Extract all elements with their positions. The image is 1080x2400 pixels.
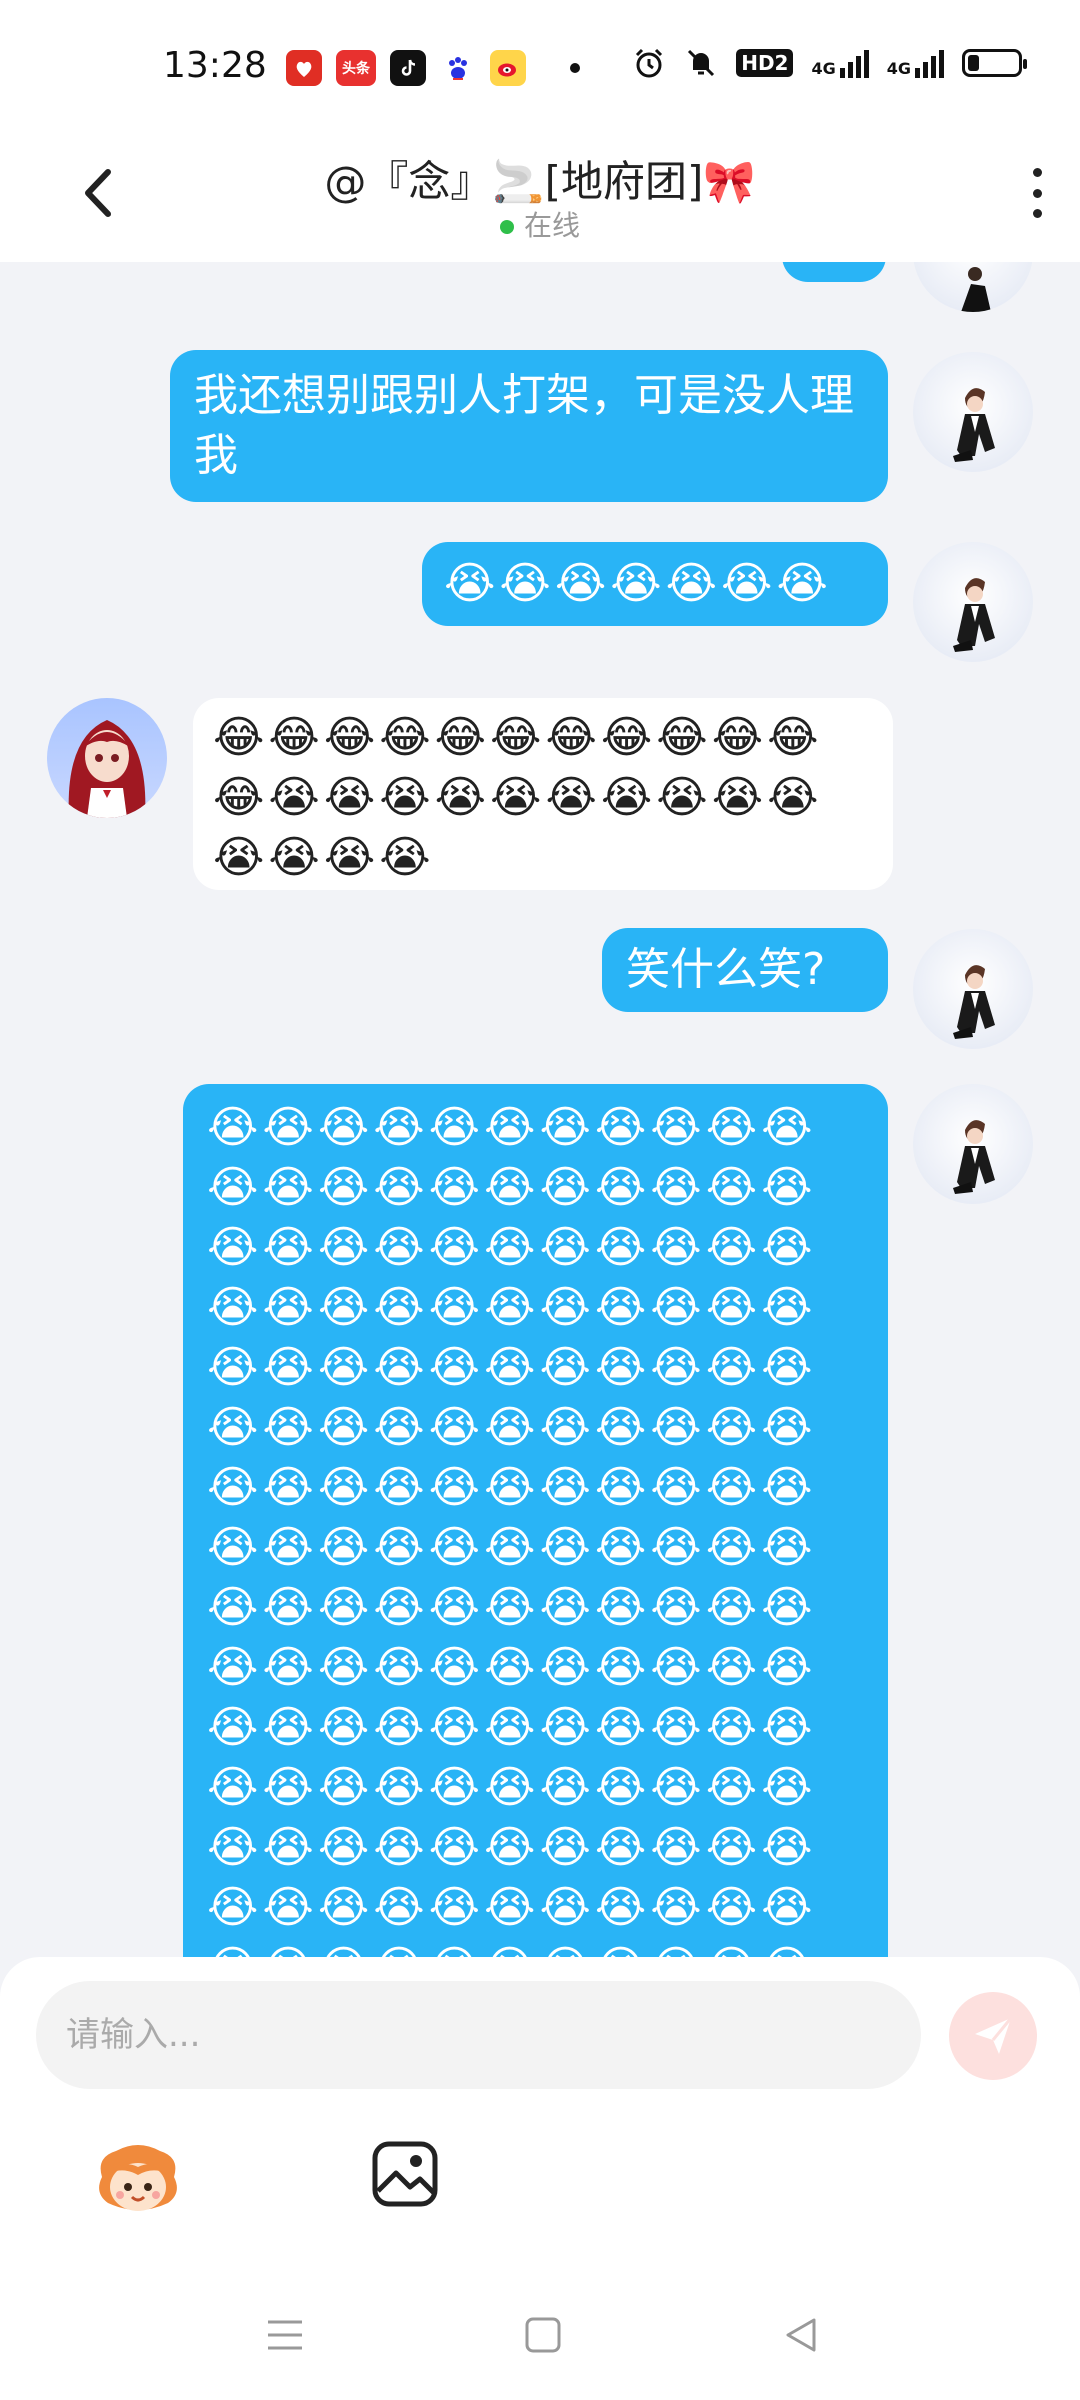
- message-bubble[interactable]: 😂😂😂😂😂😂😂😂😂😂😂😂😭😭😭😭😭😭😭😭😭😭😭😭😭😭: [193, 698, 893, 890]
- nav-menu-button[interactable]: [262, 2312, 308, 2358]
- alarm-icon: [636, 48, 663, 78]
- mute-bell-icon: [688, 49, 715, 77]
- my-avatar[interactable]: [913, 929, 1033, 1049]
- message-bubble[interactable]: 笑什么笑?: [602, 928, 888, 1012]
- my-avatar[interactable]: [913, 1084, 1033, 1204]
- chat-header: @『念』🚬[地府团]🎀 在线: [0, 130, 1080, 262]
- my-avatar-image: [953, 578, 995, 652]
- contact-name: @『念』🚬[地府团]🎀: [324, 157, 756, 206]
- my-avatar-image: [953, 1120, 995, 1194]
- signal-bars-icon: [839, 48, 869, 78]
- tiktok-icon: [390, 50, 426, 86]
- sticker-mascot-icon: [99, 2145, 177, 2211]
- hd-icon: HD2: [736, 49, 794, 77]
- send-icon: [975, 2017, 1013, 2054]
- message-bubble-partial[interactable]: [782, 262, 886, 282]
- message-list[interactable]: 我还想别跟别人打架，可是没人理我 😭😭😭😭😭😭😭 😂😂😂😂😂😂😂😂😂😂😂😂😭😭😭…: [0, 262, 1080, 1957]
- status-bar: 13:28 头条 HD2 4G 4G: [0, 0, 1080, 130]
- contact-avatar[interactable]: [47, 698, 167, 818]
- contact-avatar-image: [68, 720, 146, 818]
- message-text: 😂😂😂😂😂😂😂😂😂😂😂😂😭😭😭😭😭😭😭😭😭😭😭😭😭😭: [213, 712, 823, 883]
- notification-icons: 头条: [286, 50, 580, 86]
- sticker-button[interactable]: [92, 2137, 184, 2223]
- my-avatar[interactable]: [913, 352, 1033, 472]
- message-text: 笑什么笑?: [626, 944, 826, 995]
- message-text: 😭😭😭😭😭😭😭😭😭😭😭😭😭😭😭😭😭😭😭😭😭😭😭😭😭😭😭😭😭😭😭😭😭😭😭😭😭😭😭😭…: [207, 1102, 817, 1957]
- weibo-icon: [490, 50, 526, 86]
- nav-home-button[interactable]: [520, 2312, 566, 2358]
- message-text: 😭😭😭😭😭😭😭: [444, 558, 832, 609]
- baidu-icon: [440, 50, 476, 86]
- image-icon: [372, 2141, 438, 2207]
- status-right: HD2 4G 4G: [632, 46, 1027, 80]
- online-dot-icon: [499, 220, 514, 234]
- message-bubble[interactable]: 😭😭😭😭😭😭😭😭😭😭😭😭😭😭😭😭😭😭😭😭😭😭😭😭😭😭😭😭😭😭😭😭😭😭😭😭😭😭😭😭…: [183, 1084, 888, 1957]
- net-type-1: 4G: [811, 59, 836, 78]
- my-avatar-image: [961, 267, 991, 312]
- message-bubble[interactable]: 😭😭😭😭😭😭😭: [422, 542, 888, 626]
- net-type-2: 4G: [886, 59, 911, 78]
- battery-icon: [962, 49, 1027, 77]
- status-time: 13:28: [163, 45, 267, 86]
- my-avatar[interactable]: [913, 542, 1033, 662]
- online-status-label: 在线: [523, 209, 580, 242]
- message-bubble[interactable]: 我还想别跟别人打架，可是没人理我: [170, 350, 888, 502]
- signal-bars-icon: [915, 48, 944, 78]
- system-nav-bar: [0, 2290, 1080, 2380]
- menu-lines-icon: [268, 2320, 302, 2350]
- message-text: 我还想别跟别人打架，可是没人理我: [194, 370, 854, 481]
- online-status: 在线: [0, 204, 1080, 244]
- more-options-button[interactable]: [1022, 158, 1052, 228]
- message-input-wrapper: [36, 1981, 921, 2089]
- my-avatar-image: [953, 965, 995, 1039]
- signal-1: 4G: [811, 48, 869, 78]
- my-avatar-image: [953, 388, 995, 462]
- toutiao-icon: 头条: [336, 50, 376, 86]
- toutiao-label: 头条: [342, 61, 370, 77]
- my-avatar[interactable]: [913, 262, 1033, 312]
- more-notifications-dot: [570, 63, 580, 73]
- send-button[interactable]: [949, 1992, 1037, 2080]
- message-input[interactable]: [36, 1981, 921, 2089]
- pinduoduo-icon: [286, 50, 322, 86]
- nav-back-button[interactable]: [778, 2312, 824, 2358]
- triangle-back-icon: [786, 2318, 816, 2352]
- home-square-icon: [525, 2317, 561, 2353]
- signal-2: 4G: [887, 48, 944, 78]
- image-button[interactable]: [370, 2139, 440, 2209]
- battery-level: [968, 55, 979, 71]
